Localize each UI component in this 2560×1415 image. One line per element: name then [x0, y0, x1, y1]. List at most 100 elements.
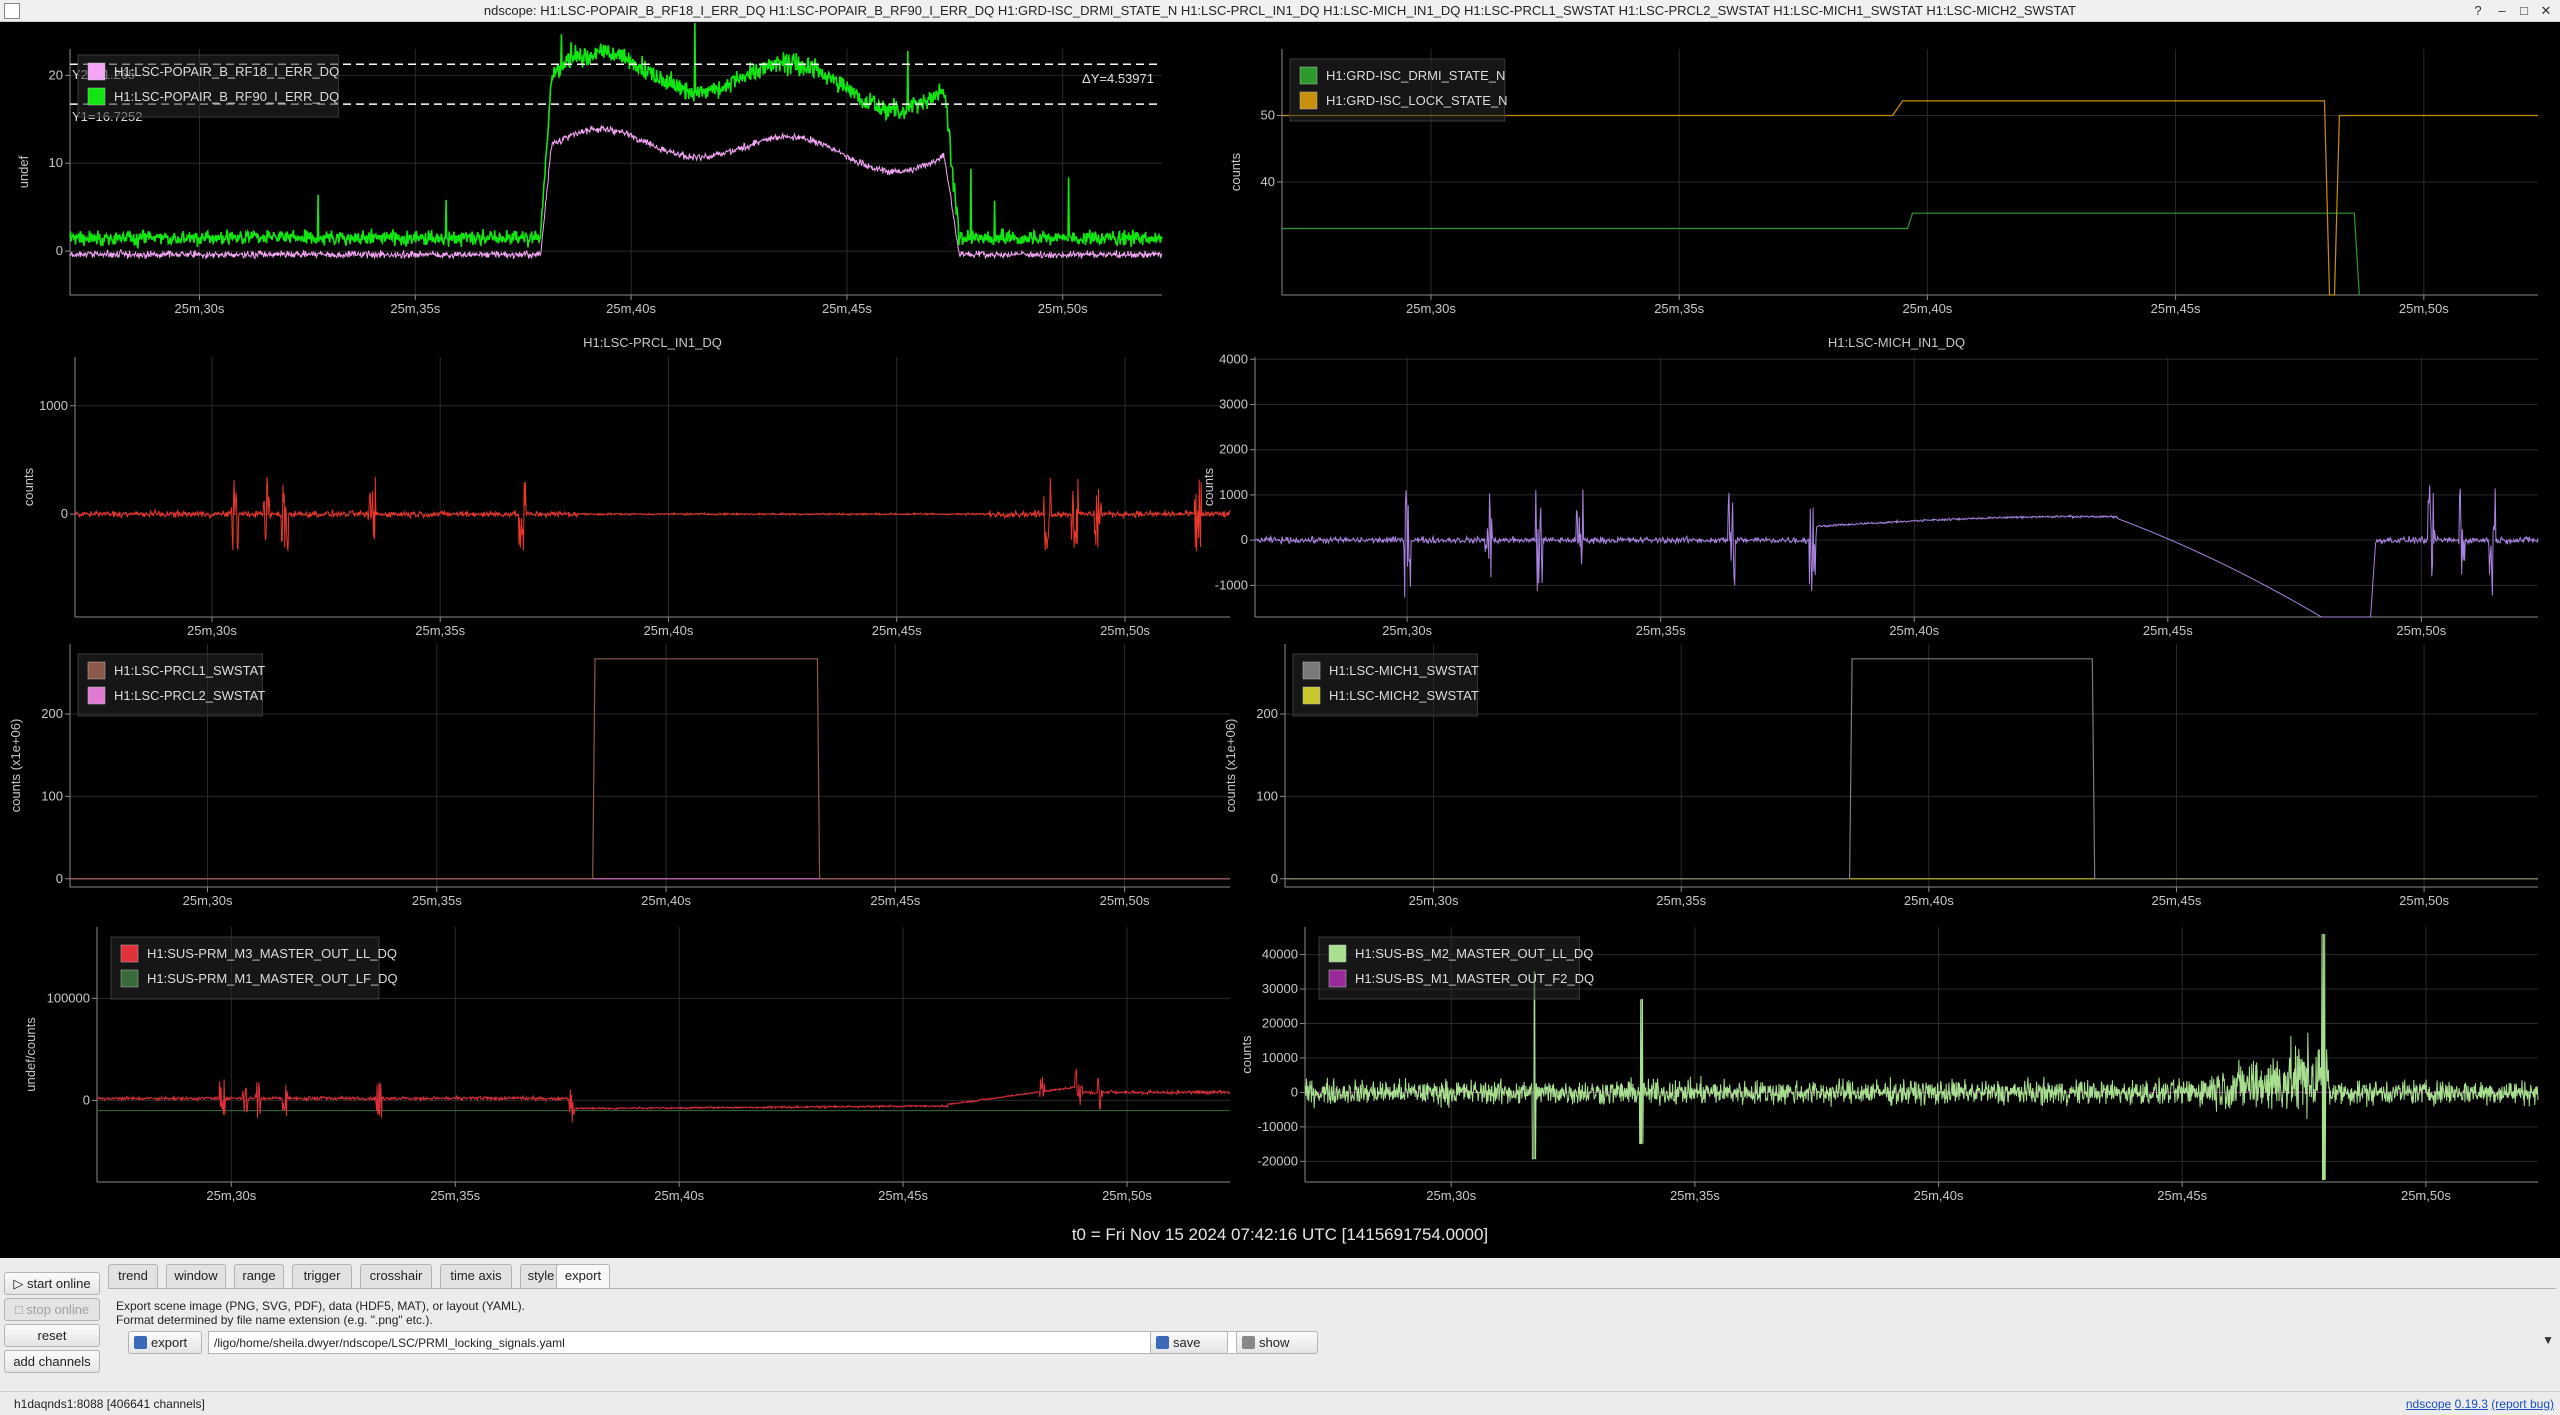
legend-label: H1:LSC-POPAIR_B_RF18_I_ERR_DQ — [114, 64, 339, 79]
close-icon[interactable]: ✕ — [2536, 1, 2556, 21]
plot-p8: 25m,30s 25m,35s 25m,40s 25m,45s 25m,50s 40000… — [1239, 927, 2539, 1203]
legend-swatch — [1302, 686, 1321, 705]
legend-swatch — [87, 686, 106, 705]
cursor-delta-label: ΔY=4.53971 — [1082, 71, 1154, 86]
legend-label: H1:LSC-POPAIR_B_RF90_I_ERR_DQ — [114, 89, 339, 104]
traces — [1255, 485, 2539, 618]
x-tick-label: 25m,50s — [1038, 301, 1088, 316]
x-tick-label: 25m,35s — [430, 1188, 480, 1203]
x-tick-label: 25m,30s — [1409, 893, 1459, 908]
show-button[interactable]: show — [1236, 1331, 1318, 1354]
start-online-label: start online — [27, 1276, 91, 1291]
plot-p3: 25m,30s 25m,35s 25m,40s 25m,45s 25m,50s 1000 0… — [21, 335, 1231, 638]
y-tick-label: 0 — [56, 243, 63, 258]
reset-button[interactable]: reset — [4, 1324, 100, 1347]
show-button-label: show — [1259, 1335, 1290, 1350]
x-tick-label: 25m,45s — [870, 893, 920, 908]
legend-swatch — [1302, 661, 1321, 680]
y-axis-label: counts (x1e+06) — [8, 719, 23, 813]
stop-online-button: □ stop online — [4, 1298, 100, 1321]
x-tick-label: 25m,40s — [1889, 623, 1939, 638]
y-tick-label: 200 — [1256, 706, 1278, 721]
help-icon[interactable]: ? — [2468, 1, 2488, 21]
tab-time-axis[interactable]: time axis — [440, 1264, 512, 1288]
app-link[interactable]: ndscope — [2406, 1397, 2451, 1411]
plot-p1: 25m,30s 25m,35s 25m,40s 25m,45s 25m,50s 20 10 0… — [16, 22, 1163, 316]
y-tick-label: 2000 — [1219, 442, 1248, 457]
y-tick-label: 50 — [1261, 107, 1275, 122]
plot-title: H1:LSC-MICH_IN1_DQ — [1828, 335, 1965, 350]
save-icon — [1156, 1336, 1169, 1349]
x-tick-label: 25m,35s — [1654, 301, 1704, 316]
traces — [96, 1068, 1231, 1123]
add-channels-button[interactable]: add channels — [4, 1350, 100, 1373]
tab-trigger[interactable]: trigger — [292, 1264, 352, 1288]
tab-trend[interactable]: trend — [108, 1264, 158, 1288]
legend-swatch — [87, 87, 106, 106]
x-tick-label: 25m,50s — [2396, 623, 2446, 638]
tab-window[interactable]: window — [166, 1264, 226, 1288]
x-tick-label: 25m,45s — [822, 301, 872, 316]
trace-prm-m3 — [96, 1068, 1231, 1123]
x-tick-label: 25m,35s — [1656, 893, 1706, 908]
legend-swatch — [87, 661, 106, 680]
y-axis-label: undef — [16, 155, 31, 188]
legend-swatch — [1328, 969, 1347, 988]
tab-crosshair[interactable]: crosshair — [360, 1264, 432, 1288]
export-help-line1: Export scene image (PNG, SVG, PDF), data… — [116, 1299, 525, 1313]
start-online-button[interactable]: ▷ start online — [4, 1272, 100, 1295]
show-icon — [1242, 1336, 1255, 1349]
y-axis-label: counts — [1201, 467, 1216, 506]
legend-label: H1:SUS-PRM_M1_MASTER_OUT_LF_DQ — [147, 971, 398, 986]
server-name: h1daqnds1:8088 — [14, 1397, 104, 1411]
maximize-icon[interactable]: □ — [2514, 1, 2534, 21]
y-tick-label: 0 — [56, 871, 63, 886]
save-button-label: save — [1173, 1335, 1201, 1350]
x-tick-label: 25m,45s — [2157, 1188, 2207, 1203]
plots-canvas[interactable]: 25m,30s 25m,35s 25m,40s 25m,45s 25m,50s 20 100… — [0, 22, 2560, 1258]
plot-p2: 25m,30s 25m,35s 25m,40s 25m,45s 25m,50s 50 40 c… — [1228, 49, 2538, 316]
legend-label: H1:SUS-BS_M1_MASTER_OUT_F2_DQ — [1355, 971, 1594, 986]
y-tick-label: 20 — [49, 67, 63, 82]
status-bar: h1daqnds1:8088 [406641 channels] ndscope… — [0, 1391, 2560, 1415]
x-tick-label: 25m,35s — [415, 623, 465, 638]
tab-export[interactable]: export — [556, 1264, 610, 1289]
x-tick-label: 25m,45s — [872, 623, 922, 638]
export-icon — [134, 1336, 147, 1349]
trace-drmi-state — [1282, 212, 2360, 296]
minimize-icon[interactable]: ‒ — [2492, 1, 2512, 21]
plot-area[interactable]: 25m,30s 25m,35s 25m,40s 25m,45s 25m,50s 20 10 0… — [0, 22, 2560, 1258]
x-tick-label: 25m,45s — [2143, 623, 2193, 638]
x-tick-label: 25m,40s — [606, 301, 656, 316]
y-axis-label: counts — [1239, 1035, 1254, 1074]
y-axis-label: undef/counts — [23, 1017, 38, 1092]
y-tick-label: 1000 — [1219, 487, 1248, 502]
x-tick-label: 25m,30s — [187, 623, 237, 638]
plot-p5: 25m,30s 25m,35s 25m,40s 25m,45s 25m,50s 200 10… — [8, 644, 1230, 908]
legend-swatch — [120, 944, 139, 963]
export-panel: Export scene image (PNG, SVG, PDF), data… — [108, 1288, 2556, 1388]
expand-panel-icon[interactable]: ▼ — [2542, 1333, 2554, 1347]
version-link[interactable]: 0.19.3 — [2455, 1397, 2488, 1411]
y-tick-label: 10000 — [1262, 1050, 1298, 1065]
y-tick-label: 200 — [41, 706, 63, 721]
legend-swatch — [1299, 66, 1318, 85]
export-help-line2: Format determined by file name extension… — [116, 1313, 433, 1327]
legend-label: H1:LSC-PRCL2_SWSTAT — [114, 688, 265, 703]
y-tick-label: -20000 — [1258, 1153, 1298, 1168]
tab-range[interactable]: range — [234, 1264, 284, 1288]
x-tick-label: 25m,40s — [641, 893, 691, 908]
x-tick-label: 25m,50s — [1100, 893, 1150, 908]
export-button-label: export — [151, 1335, 188, 1350]
export-path-input[interactable] — [208, 1331, 1252, 1354]
x-tick-label: 25m,50s — [2401, 1188, 2451, 1203]
y-tick-label: 100 — [1256, 788, 1278, 803]
y-tick-label: 20000 — [1262, 1015, 1298, 1030]
export-button[interactable]: export — [128, 1331, 202, 1354]
x-tick-label: 25m,50s — [2399, 893, 2449, 908]
save-button[interactable]: save — [1150, 1331, 1228, 1354]
report-bug-link[interactable]: (report bug) — [2491, 1397, 2554, 1411]
y-tick-label: 0 — [1271, 871, 1278, 886]
legend-label: H1:LSC-MICH2_SWSTAT — [1329, 688, 1479, 703]
x-tick-label: 25m,35s — [390, 301, 440, 316]
